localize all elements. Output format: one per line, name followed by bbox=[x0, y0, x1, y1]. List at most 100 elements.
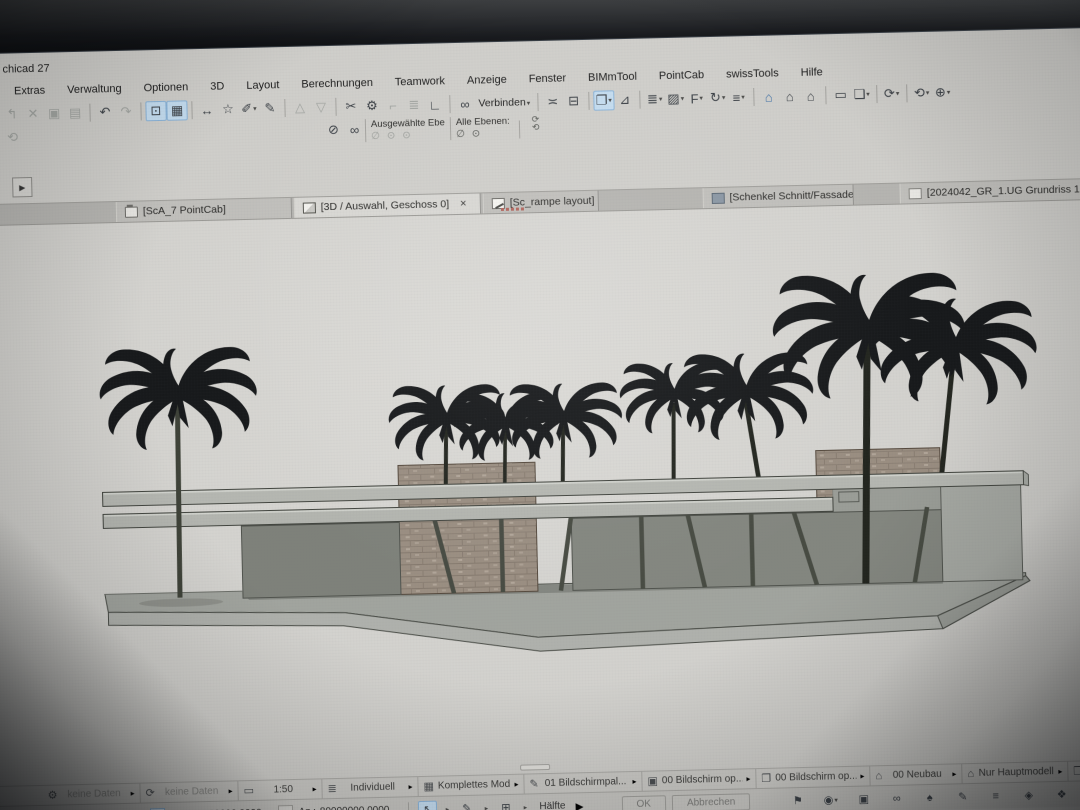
clipboard-icon[interactable]: ▣ bbox=[854, 790, 873, 808]
flyout-arrow-icon: ▸ bbox=[575, 796, 584, 810]
menu-item-optionen[interactable]: Optionen bbox=[132, 79, 199, 97]
trace-reference-icon[interactable]: ≣▾ bbox=[644, 89, 665, 109]
menu-item-layout[interactable]: Layout bbox=[235, 77, 290, 94]
trim-icon[interactable]: ⌐ bbox=[382, 95, 403, 115]
toolbar-separator bbox=[284, 99, 285, 117]
inject-parameters-icon[interactable]: ✎ bbox=[259, 98, 280, 118]
status-segment-renovation[interactable]: ⌂00 Neubau▸ bbox=[870, 764, 962, 785]
redo-icon[interactable]: ↷ bbox=[115, 102, 136, 122]
arrow-tool-icon[interactable]: ↖ bbox=[418, 800, 437, 810]
status-segment-model-filter[interactable]: ▦Komplettes Mod...▸ bbox=[418, 775, 524, 796]
menu-item-extras[interactable]: Extras bbox=[3, 82, 57, 99]
menu-item-anzeige[interactable]: Anzeige bbox=[456, 72, 518, 89]
rebuild-icon[interactable]: ⟳▾ bbox=[881, 83, 902, 103]
hide-layer-icon[interactable]: ∅ bbox=[371, 131, 380, 142]
menu-item-pointcab[interactable]: PointCab bbox=[648, 67, 716, 85]
delta-z-button[interactable]: ⊿ bbox=[277, 805, 292, 810]
stretch-icon[interactable]: ⊿ bbox=[614, 90, 635, 110]
favorites-page-icon[interactable]: F▾ bbox=[686, 88, 707, 108]
drag-mode-icon[interactable]: ⊡ bbox=[145, 101, 166, 121]
menu-item-fenster[interactable]: Fenster bbox=[518, 70, 578, 87]
pen-tool-icon[interactable]: ✎ bbox=[457, 799, 476, 810]
toolbar-separator bbox=[140, 102, 141, 120]
tab-5[interactable]: [2024042_GR_1.UG Grundriss 1.Unterges... bbox=[900, 179, 1080, 204]
menu-item-verwaltung[interactable]: Verwaltung bbox=[56, 81, 133, 99]
status-segment-pen-set[interactable]: ≣Individuell▸ bbox=[322, 777, 418, 798]
tab-4[interactable]: [Schenkel Schnitt/Fassade A0] bbox=[702, 185, 854, 209]
roof-icon[interactable]: ▭ bbox=[830, 85, 851, 105]
arrow-tool-icon[interactable]: ↰ bbox=[1, 104, 22, 124]
menu-item-3d[interactable]: 3D bbox=[199, 78, 235, 95]
cancel-button[interactable]: Abbrechen bbox=[672, 793, 751, 810]
mesh-tool-icon[interactable]: ❏▾ bbox=[851, 84, 872, 104]
scrollbar-thumb[interactable] bbox=[520, 764, 550, 771]
lock-layer-icon[interactable]: ⊙ bbox=[387, 130, 396, 141]
menu-item-bimmtool[interactable]: BIMmTool bbox=[577, 68, 648, 86]
stairs-icon[interactable]: ≣ bbox=[403, 95, 424, 115]
tab-close-icon[interactable]: × bbox=[460, 198, 467, 210]
layer-mini-icons: ∅⊙ bbox=[456, 128, 480, 140]
verbinden-icon[interactable]: ∞ bbox=[454, 94, 475, 114]
pickup-place-icon[interactable]: ❐▾ bbox=[593, 90, 614, 110]
story-settings-icon[interactable]: ⌂ bbox=[800, 85, 821, 105]
grid-tool-icon[interactable]: ⊞ bbox=[496, 798, 515, 810]
arrow-flyout-icon[interactable]: ▸ bbox=[443, 800, 451, 810]
corner-icon[interactable]: ∟ bbox=[424, 94, 445, 114]
status-segment-refresh[interactable]: ⟳keine Daten▸ bbox=[140, 781, 238, 802]
grid-flyout-icon[interactable]: ▸ bbox=[521, 798, 529, 810]
split-icon[interactable]: ✂ bbox=[340, 96, 361, 116]
status-segment-scale[interactable]: ▭1:50▸ bbox=[238, 779, 322, 800]
layers-icon[interactable]: ≡▾ bbox=[728, 87, 749, 107]
undo-small-icon[interactable]: ⟲ bbox=[532, 123, 540, 131]
compass-icon[interactable]: ◉▾ bbox=[821, 791, 840, 809]
strap-icon[interactable]: ⊟ bbox=[563, 91, 584, 111]
image-icon[interactable]: ▨▾ bbox=[665, 89, 686, 109]
unlock-layer-icon[interactable]: ⊙ bbox=[402, 130, 411, 141]
menu-item-teamwork[interactable]: Teamwork bbox=[384, 73, 456, 91]
ok-button[interactable]: OK bbox=[621, 795, 666, 810]
sidebar-expand-button[interactable]: ▶ bbox=[12, 177, 32, 197]
pickup-parameters-icon[interactable]: ✐▾ bbox=[238, 99, 259, 119]
raise-icon[interactable]: △ bbox=[289, 97, 310, 117]
history-icon[interactable]: ⟲ bbox=[2, 127, 23, 147]
story-icon[interactable]: ⌂ bbox=[779, 86, 800, 106]
publish-icon[interactable]: ↻▾ bbox=[707, 88, 728, 108]
menu-item-hilfe[interactable]: Hilfe bbox=[790, 64, 834, 81]
clip-icon[interactable]: ∞ bbox=[887, 789, 906, 807]
tab-1[interactable]: [ScA_7 PointCab] bbox=[116, 198, 292, 222]
paste-icon[interactable]: ▤ bbox=[64, 103, 85, 123]
3d-viewport[interactable] bbox=[0, 200, 1080, 786]
copy-icon[interactable]: ▣ bbox=[43, 103, 64, 123]
delete-icon[interactable]: ✕ bbox=[22, 104, 43, 124]
lock-all-layers-icon[interactable]: ⊙ bbox=[472, 128, 481, 139]
status-segment-view[interactable]: ❒Sch▸ bbox=[1068, 760, 1080, 780]
delta-z-value[interactable]: Δz :80000000.0000 bbox=[299, 805, 390, 810]
beam-icon[interactable]: ≍ bbox=[542, 91, 563, 111]
annotate-icon[interactable]: ✎ bbox=[953, 788, 972, 806]
material-icon[interactable]: ◈ bbox=[1019, 786, 1038, 804]
menu-item-berechnungen[interactable]: Berechnungen bbox=[290, 75, 384, 93]
verbinden-label[interactable]: Verbinden▾ bbox=[475, 96, 533, 109]
story-down-icon[interactable]: ⌂ bbox=[758, 86, 779, 106]
menu-item-swisstools[interactable]: swissTools bbox=[715, 65, 790, 83]
render-icon[interactable]: ❖ bbox=[1052, 785, 1071, 803]
haelfte-label[interactable]: Hälfte bbox=[535, 801, 569, 810]
list-icon[interactable]: ≡ bbox=[986, 787, 1005, 805]
status-segment-settings[interactable]: ⚙keine Daten▸ bbox=[42, 784, 140, 805]
show-all-layers-icon[interactable]: ∅ bbox=[456, 129, 465, 140]
adjust-icon[interactable]: ⚙ bbox=[361, 96, 382, 116]
undo-icon[interactable]: ↶ bbox=[94, 102, 115, 122]
status-segment-model[interactable]: ⌂Nur Hauptmodell▸ bbox=[962, 762, 1068, 783]
status-segment-label: 00 Bildschirm op... bbox=[775, 771, 856, 784]
orbit-icon[interactable]: ⟲▾ bbox=[911, 83, 932, 103]
lower-icon[interactable]: ▽ bbox=[310, 97, 331, 117]
show-elements-icon[interactable]: ⊘ bbox=[323, 120, 344, 140]
explore-icon[interactable]: ⊕▾ bbox=[932, 82, 953, 102]
grid-snap-icon[interactable]: ▦ bbox=[166, 100, 187, 120]
move-icon[interactable]: ↔ bbox=[196, 100, 217, 120]
pen-flyout-icon[interactable]: ▸ bbox=[482, 799, 490, 810]
favorites-icon[interactable]: ☆ bbox=[217, 99, 238, 119]
map-icon[interactable]: ⚑ bbox=[788, 791, 807, 809]
spade-icon[interactable]: ♠ bbox=[920, 788, 939, 806]
link-layers-icon[interactable]: ∞ bbox=[344, 119, 365, 139]
